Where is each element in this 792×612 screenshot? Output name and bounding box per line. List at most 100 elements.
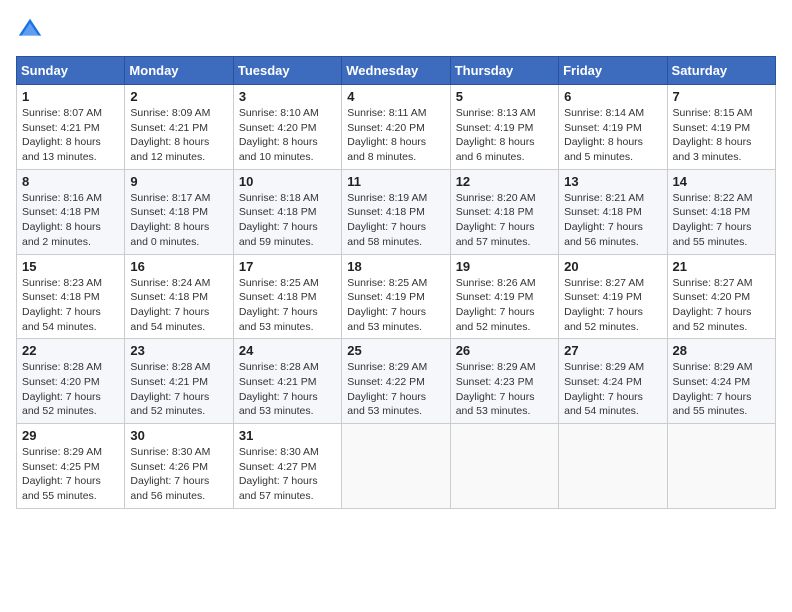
calendar-cell: 8 Sunrise: 8:16 AM Sunset: 4:18 PM Dayli… (17, 169, 125, 254)
day-number: 7 (673, 89, 770, 104)
calendar-cell: 2 Sunrise: 8:09 AM Sunset: 4:21 PM Dayli… (125, 85, 233, 170)
day-number: 10 (239, 174, 336, 189)
day-number: 13 (564, 174, 661, 189)
calendar-cell: 18 Sunrise: 8:25 AM Sunset: 4:19 PM Dayl… (342, 254, 450, 339)
day-info: Sunrise: 8:25 AM Sunset: 4:18 PM Dayligh… (239, 276, 336, 335)
day-info: Sunrise: 8:15 AM Sunset: 4:19 PM Dayligh… (673, 106, 770, 165)
day-info: Sunrise: 8:26 AM Sunset: 4:19 PM Dayligh… (456, 276, 553, 335)
calendar-cell: 11 Sunrise: 8:19 AM Sunset: 4:18 PM Dayl… (342, 169, 450, 254)
calendar-header-tuesday: Tuesday (233, 57, 341, 85)
calendar-week-5: 29 Sunrise: 8:29 AM Sunset: 4:25 PM Dayl… (17, 424, 776, 509)
day-info: Sunrise: 8:20 AM Sunset: 4:18 PM Dayligh… (456, 191, 553, 250)
calendar-header-row: SundayMondayTuesdayWednesdayThursdayFrid… (17, 57, 776, 85)
calendar-cell: 24 Sunrise: 8:28 AM Sunset: 4:21 PM Dayl… (233, 339, 341, 424)
day-info: Sunrise: 8:19 AM Sunset: 4:18 PM Dayligh… (347, 191, 444, 250)
calendar-cell: 14 Sunrise: 8:22 AM Sunset: 4:18 PM Dayl… (667, 169, 775, 254)
day-info: Sunrise: 8:27 AM Sunset: 4:20 PM Dayligh… (673, 276, 770, 335)
day-info: Sunrise: 8:17 AM Sunset: 4:18 PM Dayligh… (130, 191, 227, 250)
calendar-week-1: 1 Sunrise: 8:07 AM Sunset: 4:21 PM Dayli… (17, 85, 776, 170)
day-number: 4 (347, 89, 444, 104)
day-number: 14 (673, 174, 770, 189)
day-number: 16 (130, 259, 227, 274)
day-info: Sunrise: 8:22 AM Sunset: 4:18 PM Dayligh… (673, 191, 770, 250)
calendar-cell: 16 Sunrise: 8:24 AM Sunset: 4:18 PM Dayl… (125, 254, 233, 339)
day-number: 9 (130, 174, 227, 189)
day-info: Sunrise: 8:23 AM Sunset: 4:18 PM Dayligh… (22, 276, 119, 335)
day-number: 15 (22, 259, 119, 274)
day-number: 29 (22, 428, 119, 443)
day-number: 20 (564, 259, 661, 274)
calendar-cell (667, 424, 775, 509)
day-number: 18 (347, 259, 444, 274)
calendar-cell: 15 Sunrise: 8:23 AM Sunset: 4:18 PM Dayl… (17, 254, 125, 339)
day-info: Sunrise: 8:24 AM Sunset: 4:18 PM Dayligh… (130, 276, 227, 335)
calendar-header-monday: Monday (125, 57, 233, 85)
calendar-cell: 31 Sunrise: 8:30 AM Sunset: 4:27 PM Dayl… (233, 424, 341, 509)
day-info: Sunrise: 8:16 AM Sunset: 4:18 PM Dayligh… (22, 191, 119, 250)
calendar-header-wednesday: Wednesday (342, 57, 450, 85)
day-info: Sunrise: 8:29 AM Sunset: 4:25 PM Dayligh… (22, 445, 119, 504)
calendar-cell (342, 424, 450, 509)
day-info: Sunrise: 8:10 AM Sunset: 4:20 PM Dayligh… (239, 106, 336, 165)
calendar-table: SundayMondayTuesdayWednesdayThursdayFrid… (16, 56, 776, 509)
day-info: Sunrise: 8:25 AM Sunset: 4:19 PM Dayligh… (347, 276, 444, 335)
calendar-cell: 1 Sunrise: 8:07 AM Sunset: 4:21 PM Dayli… (17, 85, 125, 170)
day-info: Sunrise: 8:28 AM Sunset: 4:20 PM Dayligh… (22, 360, 119, 419)
day-info: Sunrise: 8:14 AM Sunset: 4:19 PM Dayligh… (564, 106, 661, 165)
day-number: 12 (456, 174, 553, 189)
day-number: 8 (22, 174, 119, 189)
calendar-cell: 23 Sunrise: 8:28 AM Sunset: 4:21 PM Dayl… (125, 339, 233, 424)
calendar-cell: 19 Sunrise: 8:26 AM Sunset: 4:19 PM Dayl… (450, 254, 558, 339)
day-number: 1 (22, 89, 119, 104)
day-info: Sunrise: 8:11 AM Sunset: 4:20 PM Dayligh… (347, 106, 444, 165)
calendar-cell: 26 Sunrise: 8:29 AM Sunset: 4:23 PM Dayl… (450, 339, 558, 424)
calendar-cell: 10 Sunrise: 8:18 AM Sunset: 4:18 PM Dayl… (233, 169, 341, 254)
day-number: 21 (673, 259, 770, 274)
calendar-cell: 21 Sunrise: 8:27 AM Sunset: 4:20 PM Dayl… (667, 254, 775, 339)
day-number: 11 (347, 174, 444, 189)
day-number: 24 (239, 343, 336, 358)
day-number: 31 (239, 428, 336, 443)
day-info: Sunrise: 8:29 AM Sunset: 4:22 PM Dayligh… (347, 360, 444, 419)
calendar-header-thursday: Thursday (450, 57, 558, 85)
day-info: Sunrise: 8:30 AM Sunset: 4:27 PM Dayligh… (239, 445, 336, 504)
calendar-cell: 17 Sunrise: 8:25 AM Sunset: 4:18 PM Dayl… (233, 254, 341, 339)
calendar-cell: 20 Sunrise: 8:27 AM Sunset: 4:19 PM Dayl… (559, 254, 667, 339)
day-number: 2 (130, 89, 227, 104)
calendar-cell: 3 Sunrise: 8:10 AM Sunset: 4:20 PM Dayli… (233, 85, 341, 170)
day-number: 26 (456, 343, 553, 358)
calendar-cell: 7 Sunrise: 8:15 AM Sunset: 4:19 PM Dayli… (667, 85, 775, 170)
day-info: Sunrise: 8:07 AM Sunset: 4:21 PM Dayligh… (22, 106, 119, 165)
day-number: 23 (130, 343, 227, 358)
calendar-week-3: 15 Sunrise: 8:23 AM Sunset: 4:18 PM Dayl… (17, 254, 776, 339)
page-header (16, 16, 776, 44)
calendar-cell: 22 Sunrise: 8:28 AM Sunset: 4:20 PM Dayl… (17, 339, 125, 424)
day-info: Sunrise: 8:29 AM Sunset: 4:24 PM Dayligh… (673, 360, 770, 419)
calendar-cell: 28 Sunrise: 8:29 AM Sunset: 4:24 PM Dayl… (667, 339, 775, 424)
calendar-cell (559, 424, 667, 509)
day-info: Sunrise: 8:09 AM Sunset: 4:21 PM Dayligh… (130, 106, 227, 165)
day-number: 5 (456, 89, 553, 104)
calendar-header-saturday: Saturday (667, 57, 775, 85)
calendar-cell: 5 Sunrise: 8:13 AM Sunset: 4:19 PM Dayli… (450, 85, 558, 170)
calendar-header-sunday: Sunday (17, 57, 125, 85)
day-info: Sunrise: 8:18 AM Sunset: 4:18 PM Dayligh… (239, 191, 336, 250)
calendar-header-friday: Friday (559, 57, 667, 85)
day-info: Sunrise: 8:21 AM Sunset: 4:18 PM Dayligh… (564, 191, 661, 250)
day-number: 17 (239, 259, 336, 274)
day-number: 30 (130, 428, 227, 443)
calendar-cell: 27 Sunrise: 8:29 AM Sunset: 4:24 PM Dayl… (559, 339, 667, 424)
day-info: Sunrise: 8:29 AM Sunset: 4:23 PM Dayligh… (456, 360, 553, 419)
calendar-cell: 29 Sunrise: 8:29 AM Sunset: 4:25 PM Dayl… (17, 424, 125, 509)
day-number: 27 (564, 343, 661, 358)
logo (16, 16, 48, 44)
day-number: 22 (22, 343, 119, 358)
day-info: Sunrise: 8:28 AM Sunset: 4:21 PM Dayligh… (239, 360, 336, 419)
day-number: 6 (564, 89, 661, 104)
calendar-cell: 12 Sunrise: 8:20 AM Sunset: 4:18 PM Dayl… (450, 169, 558, 254)
day-number: 25 (347, 343, 444, 358)
calendar-week-2: 8 Sunrise: 8:16 AM Sunset: 4:18 PM Dayli… (17, 169, 776, 254)
day-info: Sunrise: 8:13 AM Sunset: 4:19 PM Dayligh… (456, 106, 553, 165)
calendar-cell: 6 Sunrise: 8:14 AM Sunset: 4:19 PM Dayli… (559, 85, 667, 170)
day-number: 19 (456, 259, 553, 274)
